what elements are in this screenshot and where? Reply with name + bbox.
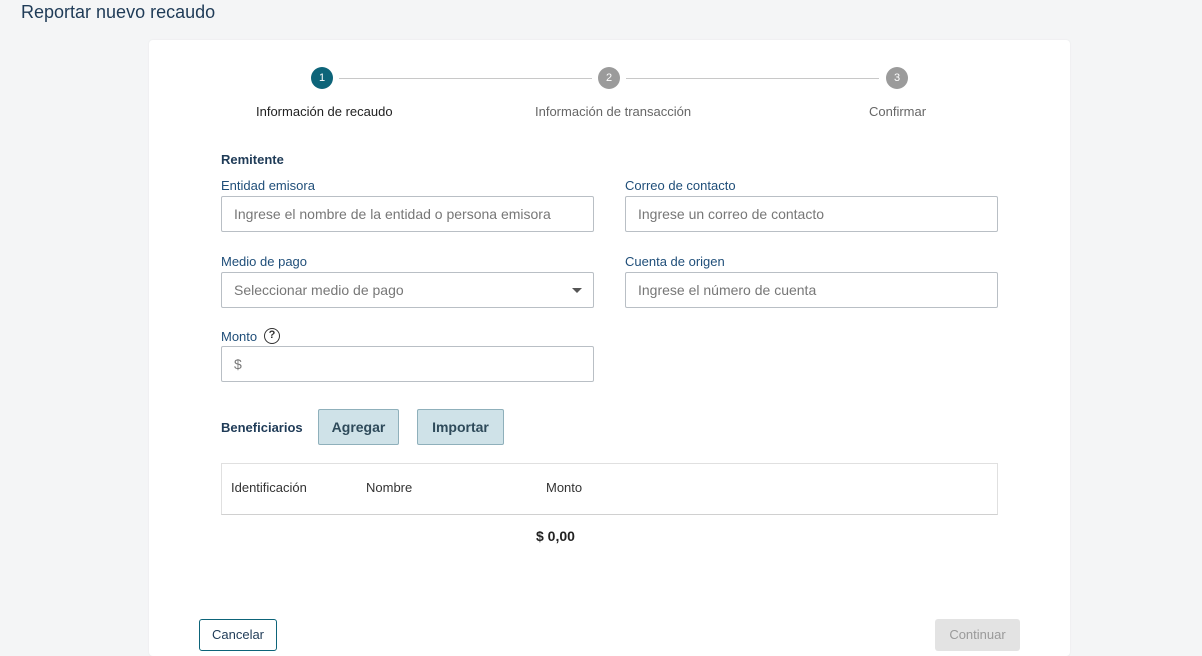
page-title: Reportar nuevo recaudo [21,2,216,22]
step-connector-2 [626,78,879,79]
step-connector-1 [339,78,592,79]
importar-button[interactable]: Importar [417,409,504,445]
entidad-emisora-label: Entidad emisora [221,178,315,193]
cancel-button[interactable]: Cancelar [199,619,277,651]
agregar-button[interactable]: Agregar [318,409,399,445]
correo-contacto-label: Correo de contacto [625,178,736,193]
medio-pago-select[interactable]: Seleccionar medio de pago [221,272,594,308]
beneficiarios-title: Beneficiarios [221,420,303,435]
correo-contacto-input[interactable]: Ingrese un correo de contacto [625,196,998,232]
cuenta-origen-input[interactable]: Ingrese el número de cuenta [625,272,998,308]
step-2-label: Información de transacción [535,104,692,119]
medio-pago-value: Seleccionar medio de pago [234,282,404,298]
total-monto: $ 0,00 [536,528,575,544]
monto-input[interactable]: $ [221,346,594,382]
column-header-identificacion: Identificación [231,480,307,495]
step-1-indicator: 1 [311,67,333,89]
beneficiarios-table: Identificación Nombre Monto [221,463,998,515]
remitente-title: Remitente [221,152,284,167]
form-card: 1 2 3 Información de recaudo Información… [149,40,1070,656]
medio-pago-label: Medio de pago [221,254,308,269]
entidad-emisora-input[interactable]: Ingrese el nombre de la entidad o person… [221,196,594,232]
cuenta-origen-label: Cuenta de origen [625,254,725,269]
step-1-label: Información de recaudo [256,104,393,119]
help-icon[interactable]: ? [264,328,280,344]
monto-label: Monto [221,329,258,344]
step-3-label: Confirmar [869,104,927,119]
continue-button[interactable]: Continuar [935,619,1020,651]
step-2-indicator: 2 [598,67,620,89]
chevron-down-icon [572,288,582,293]
column-header-nombre: Nombre [366,480,413,495]
column-header-monto: Monto [546,480,583,495]
step-3-indicator: 3 [886,67,908,89]
